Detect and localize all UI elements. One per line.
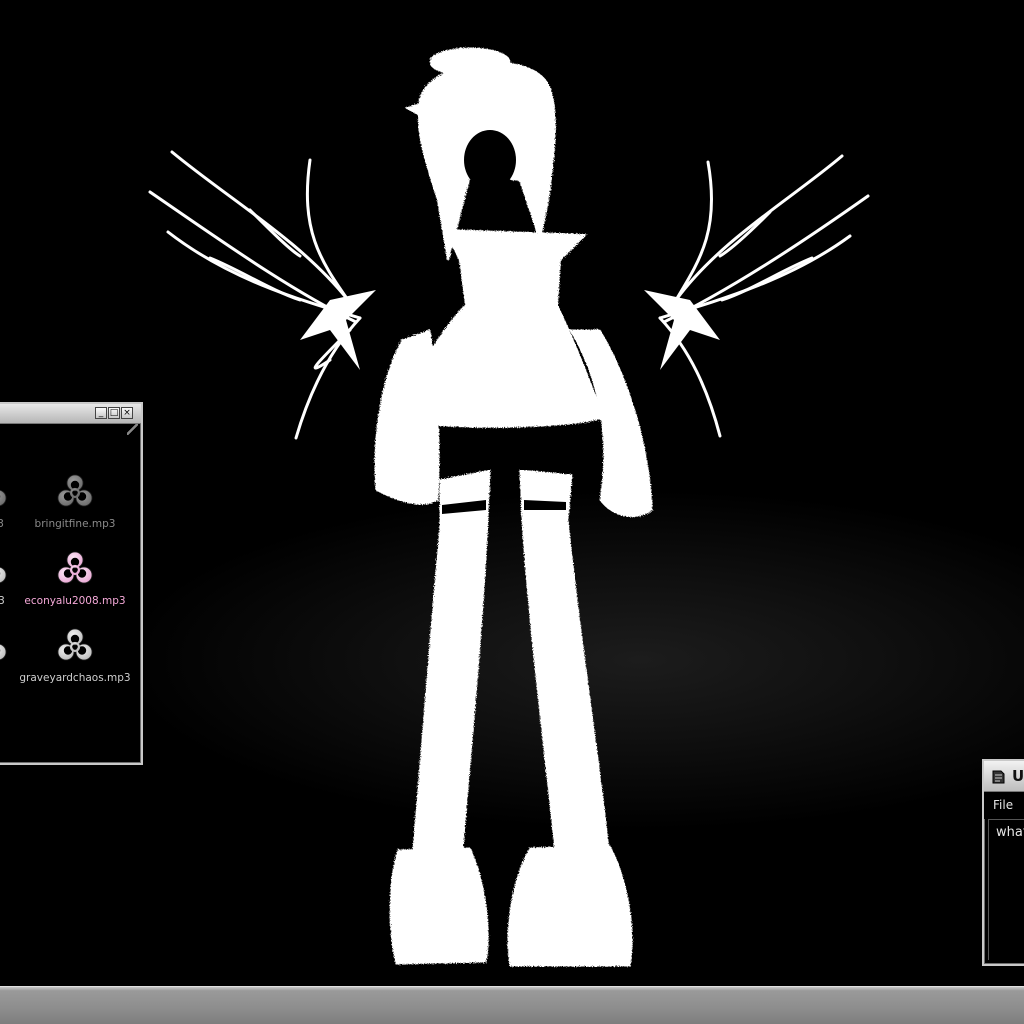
biohazard-icon[interactable] [0, 626, 9, 666]
file-item[interactable]: bringitfine.mp3 [10, 472, 140, 530]
notepad-title: U [1012, 767, 1024, 785]
taskbar[interactable] [0, 986, 1024, 1024]
file-label[interactable]: graveyardchaos.mp3 [10, 672, 140, 684]
file-window-titlebar[interactable]: _ □ × [0, 404, 141, 424]
biohazard-icon[interactable] [55, 626, 95, 666]
biohazard-icon[interactable] [55, 549, 95, 589]
minimize-button[interactable]: _ [95, 407, 107, 419]
biohazard-icon[interactable] [0, 549, 9, 589]
file-label[interactable]: econyalu2008.mp3 [10, 595, 140, 607]
file-item[interactable]: econyalu2008.mp3 [10, 549, 140, 607]
left-wing [148, 150, 362, 440]
desktop: _ □ × 3 bringitfine.mp3 3 econyalu2008.m… [0, 0, 1024, 1024]
maximize-button[interactable]: □ [108, 407, 120, 419]
file-item[interactable]: graveyardchaos.mp3 [10, 626, 140, 684]
notepad-titlebar[interactable]: U [984, 761, 1024, 792]
notepad-menubar: File [984, 792, 1024, 819]
resize-grip-icon[interactable] [127, 424, 138, 435]
notepad-window[interactable]: U File what [982, 759, 1024, 966]
right-wing [658, 154, 870, 438]
biohazard-icon[interactable] [55, 472, 95, 512]
figure-body [374, 228, 653, 967]
wallpaper-figure [148, 47, 870, 967]
notepad-app-icon [992, 770, 1005, 784]
notepad-text-content: what [996, 825, 1024, 840]
file-label[interactable]: bringitfine.mp3 [10, 518, 140, 530]
close-button[interactable]: × [121, 407, 133, 419]
menu-file[interactable]: File [993, 798, 1013, 812]
biohazard-icon[interactable] [0, 472, 9, 512]
notepad-text-area[interactable]: what [988, 819, 1024, 960]
file-browser-window[interactable]: _ □ × 3 bringitfine.mp3 3 econyalu2008.m… [0, 402, 143, 765]
